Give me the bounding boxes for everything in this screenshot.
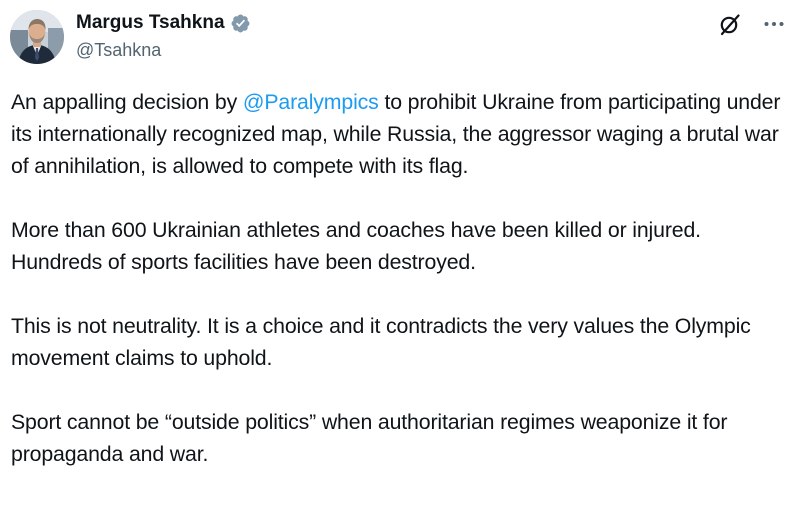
author-handle[interactable]: @Tsahkna	[76, 40, 161, 61]
avatar[interactable]	[10, 10, 64, 64]
tweet-paragraph-4: Sport cannot be “outside politics” when …	[11, 410, 728, 466]
tweet-paragraph-3: This is not neutrality. It is a choice a…	[11, 314, 751, 370]
verified-badge-icon[interactable]	[230, 13, 251, 34]
tweet-paragraph-1: An appalling decision by @Paralympics to…	[11, 86, 791, 182]
tweet-text-segment: An appalling decision by	[11, 90, 243, 114]
author-display-name[interactable]: Margus Tsahkna	[76, 12, 225, 34]
tweet-actions-top	[718, 12, 786, 36]
more-icon[interactable]	[762, 12, 786, 36]
tweet-card: Margus Tsahkna @Tsahkna An appalling dec…	[0, 0, 800, 513]
grok-icon[interactable]	[718, 12, 742, 36]
mention-link[interactable]: @Paralympics	[243, 90, 379, 114]
author-name-row: Margus Tsahkna	[76, 11, 251, 35]
tweet-paragraph-2: More than 600 Ukrainian athletes and coa…	[11, 218, 701, 274]
avatar-image	[10, 10, 64, 64]
tweet-text: An appalling decision by @Paralympics to…	[11, 86, 791, 502]
